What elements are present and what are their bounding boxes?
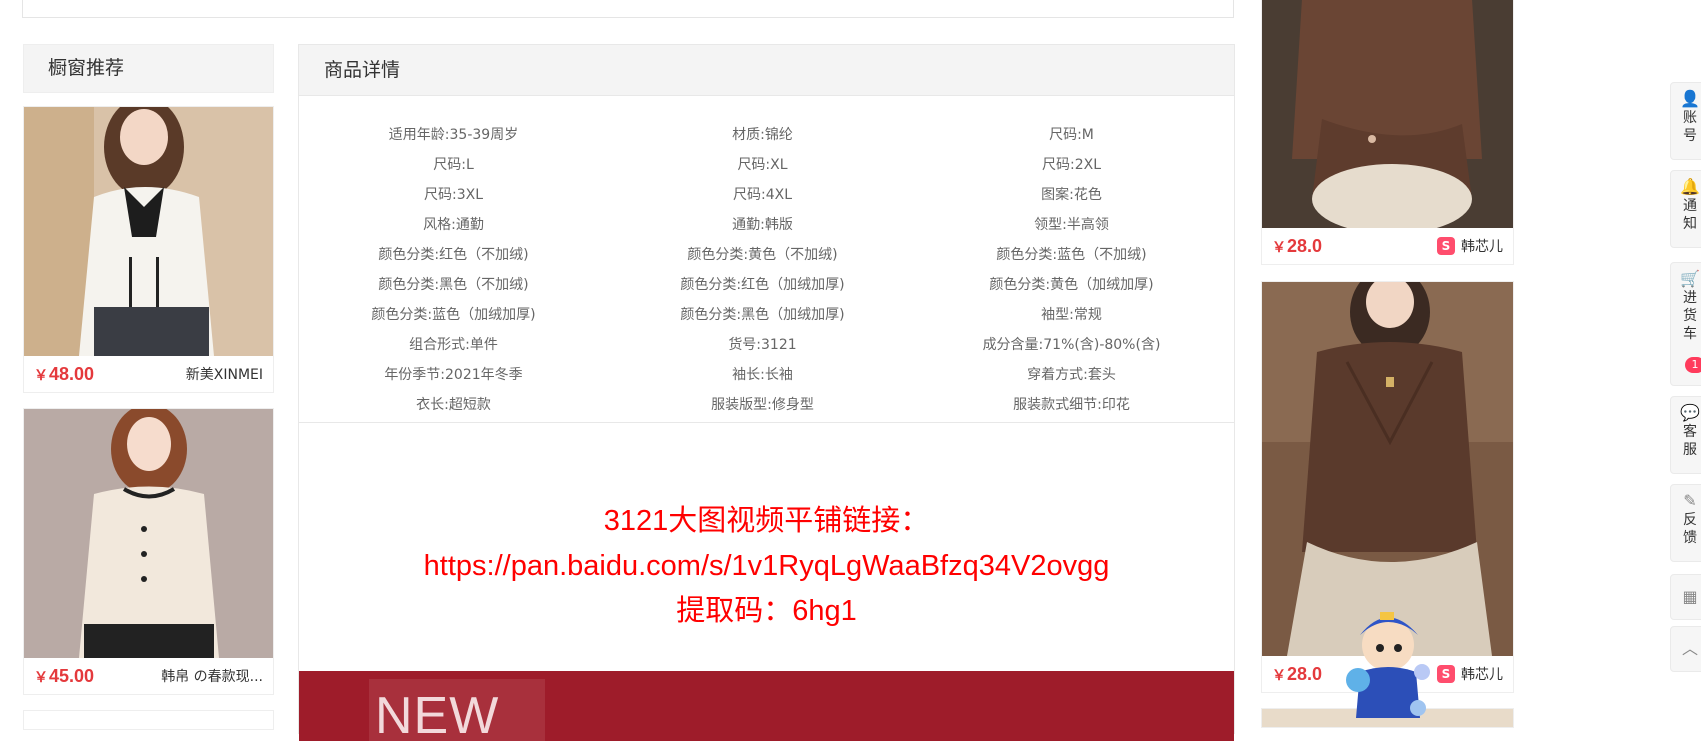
- shop-link[interactable]: S 韩芯儿: [1437, 236, 1503, 256]
- attribute-item: 尺码:3XL: [423, 187, 483, 203]
- link-title: 3121大图视频平铺链接：: [603, 505, 930, 537]
- side-toolbar: 👤 账号 🔔 通知 🛒 进货车 1 💬 客服 ✎ 反馈 ▦ ︿: [1670, 0, 1701, 720]
- toolbar-notify-button[interactable]: 🔔 通知: [1670, 170, 1701, 248]
- shop-name[interactable]: 韩芯儿: [1461, 664, 1503, 684]
- description-banner: NEW: [299, 671, 1234, 745]
- attribute-item: 尺码:M: [1049, 127, 1094, 143]
- window-recommend-section: 橱窗推荐: [23, 44, 274, 93]
- product-details-title: 商品详情: [299, 45, 1234, 96]
- cart-count-badge: 1: [1685, 357, 1701, 373]
- mascot-assistant-icon[interactable]: [1340, 600, 1430, 720]
- shop-badge-icon: S: [1437, 665, 1455, 683]
- attribute-grid: 适用年龄:35-39周岁 材质:锦纶 尺码:M 尺码:L 尺码:XL 尺码:2X…: [299, 96, 1234, 423]
- toolbar-qrcode-button[interactable]: ▦: [1670, 574, 1701, 620]
- shop-name[interactable]: 新美XINMEI: [186, 364, 263, 384]
- top-panel-edge: [22, 0, 1234, 18]
- product-image[interactable]: [24, 409, 273, 658]
- attribute-item: 尺码:2XL: [1041, 157, 1101, 173]
- recommend-product-card[interactable]: [23, 710, 274, 730]
- attribute-item: 颜色分类:黑色（不加绒): [378, 277, 529, 293]
- attribute-item: 适用年龄:35-39周岁: [388, 127, 519, 143]
- product-details-panel: 商品详情 适用年龄:35-39周岁 材质:锦纶 尺码:M 尺码:L 尺码:XL …: [298, 44, 1235, 745]
- attribute-item: 服装版型:修身型: [711, 397, 814, 413]
- shop-link[interactable]: S 韩芯儿: [1437, 664, 1503, 684]
- attribute-item: 穿着方式:套头: [1027, 367, 1116, 383]
- window-recommend-title: 橱窗推荐: [23, 44, 274, 93]
- attribute-item: 货号:3121: [728, 337, 797, 353]
- attribute-item: 服装款式细节:印花: [1013, 397, 1130, 413]
- toolbar-back-to-top-button[interactable]: ︿: [1670, 626, 1701, 672]
- product-price: ￥28.0: [1272, 663, 1323, 684]
- attribute-item: 成分含量:71%(含)-80%(含): [982, 337, 1161, 353]
- attribute-item: 颜色分类:红色（不加绒): [378, 247, 529, 263]
- recommend-product-card[interactable]: ￥48.00 新美XINMEI: [23, 106, 274, 393]
- attribute-item: 通勤:韩版: [732, 217, 793, 233]
- attribute-item: 材质:锦纶: [732, 127, 793, 143]
- attribute-item: 图案:花色: [1041, 187, 1102, 203]
- attribute-item: 领型:半高领: [1034, 217, 1109, 233]
- attribute-item: 尺码:L: [433, 157, 474, 173]
- attribute-item: 颜色分类:黄色（不加绒): [687, 247, 838, 263]
- toolbar-cart-button[interactable]: 🛒 进货车 1: [1670, 262, 1701, 386]
- user-icon: 👤: [1680, 89, 1700, 108]
- toolbar-service-button[interactable]: 💬 客服: [1670, 396, 1701, 474]
- attribute-item: 袖长:长袖: [732, 367, 793, 383]
- attribute-item: 衣长:超短款: [416, 397, 491, 413]
- product-price: ￥48.00: [34, 363, 95, 384]
- product-price: ￥45.00: [34, 665, 95, 686]
- product-price: ￥28.0: [1272, 235, 1323, 256]
- chevron-up-icon: ︿: [1681, 639, 1698, 658]
- product-image[interactable]: [1262, 0, 1513, 228]
- attribute-item: 尺码:4XL: [732, 187, 792, 203]
- download-link-notice: 3121大图视频平铺链接： https://pan.baidu.com/s/1v…: [299, 423, 1234, 671]
- extract-code: 提取码：6hg1: [676, 595, 857, 627]
- attribute-item: 颜色分类:红色（加绒加厚): [680, 277, 845, 293]
- banner-new-label: NEW: [369, 679, 545, 745]
- toolbar-account-button[interactable]: 👤 账号: [1670, 82, 1701, 160]
- attribute-item: 风格:通勤: [423, 217, 484, 233]
- attribute-item: 颜色分类:蓝色（加绒加厚): [371, 307, 536, 323]
- bell-icon: 🔔: [1680, 177, 1700, 196]
- attribute-item: 组合形式:单件: [409, 337, 498, 353]
- shop-badge-icon: S: [1437, 237, 1455, 255]
- recommend-product-card[interactable]: ￥45.00 韩帛 の春款现...: [23, 408, 274, 695]
- attribute-item: 颜色分类:黑色（加绒加厚): [680, 307, 845, 323]
- qrcode-icon: ▦: [1682, 587, 1698, 606]
- chat-icon: 💬: [1680, 403, 1700, 422]
- attribute-item: 颜色分类:黄色（加绒加厚): [989, 277, 1154, 293]
- attribute-item: 颜色分类:蓝色（不加绒): [996, 247, 1147, 263]
- cart-icon: 🛒: [1680, 269, 1700, 288]
- toolbar-feedback-button[interactable]: ✎ 反馈: [1670, 484, 1701, 562]
- product-image[interactable]: [24, 107, 273, 356]
- shop-name[interactable]: 韩帛 の春款现...: [161, 666, 263, 686]
- pen-icon: ✎: [1683, 491, 1697, 510]
- download-link[interactable]: https://pan.baidu.com/s/1v1RyqLgWaaBfzq3…: [299, 544, 1234, 589]
- attribute-item: 尺码:XL: [737, 157, 788, 173]
- shop-name[interactable]: 韩芯儿: [1461, 236, 1503, 256]
- related-product-card[interactable]: ￥28.0 S 韩芯儿: [1261, 0, 1514, 265]
- attribute-item: 袖型:常规: [1041, 307, 1102, 323]
- attribute-item: 年份季节:2021年冬季: [384, 367, 523, 383]
